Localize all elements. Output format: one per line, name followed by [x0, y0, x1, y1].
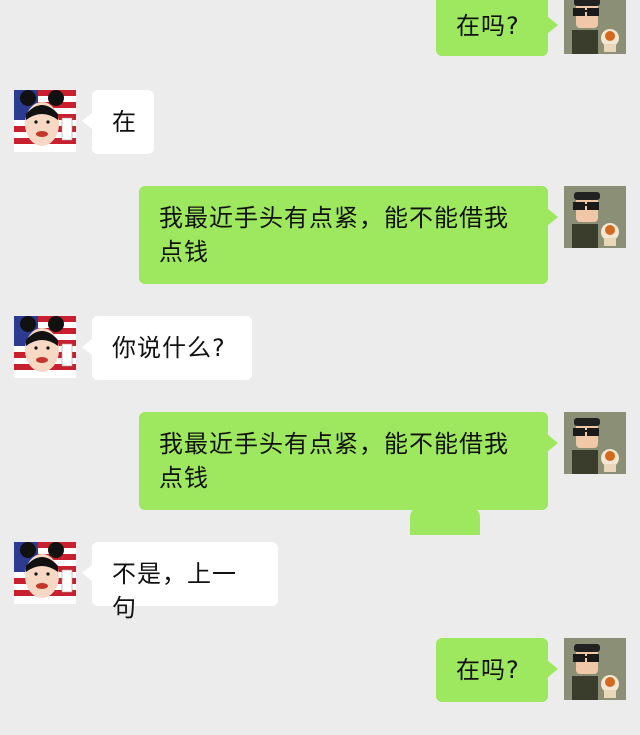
- girl-mouse-ears-flag-icon: [14, 542, 76, 604]
- avatar-contact[interactable]: [14, 542, 76, 604]
- message-bubble-contact[interactable]: 在: [82, 90, 154, 154]
- avatar-mine[interactable]: [564, 186, 626, 248]
- message-text: 我最近手头有点紧，能不能借我点钱: [159, 430, 509, 492]
- message-text: 在: [112, 108, 137, 136]
- message-bubble-mine[interactable]: 在吗?: [436, 638, 558, 702]
- message-text: 我最近手头有点紧，能不能借我点钱: [159, 204, 509, 266]
- message-text: 在吗?: [456, 12, 520, 40]
- avatar-contact[interactable]: [14, 316, 76, 378]
- cartoon-man-sunglasses-icon: [564, 412, 626, 474]
- message-text: 在吗?: [456, 656, 520, 684]
- message-bubble-mine[interactable]: 在吗?: [436, 0, 558, 56]
- message-text: 不是，上一句: [112, 560, 237, 622]
- message-bubble-mine[interactable]: 我最近手头有点紧，能不能借我点钱: [139, 412, 558, 510]
- cartoon-man-sunglasses-icon: [564, 638, 626, 700]
- avatar-mine[interactable]: [564, 0, 626, 54]
- avatar-mine[interactable]: [564, 638, 626, 700]
- avatar-mine[interactable]: [564, 412, 626, 474]
- girl-mouse-ears-flag-icon: [14, 90, 76, 152]
- avatar-contact[interactable]: [14, 90, 76, 152]
- cartoon-man-sunglasses-icon: [564, 186, 626, 248]
- message-text: 你说什么?: [112, 334, 226, 362]
- girl-mouse-ears-flag-icon: [14, 316, 76, 378]
- message-bubble-contact[interactable]: 你说什么?: [82, 316, 252, 380]
- message-bubble-contact[interactable]: 不是，上一句: [82, 542, 278, 622]
- cartoon-man-sunglasses-icon: [564, 0, 626, 54]
- message-bubble-mine[interactable]: 我最近手头有点紧，能不能借我点钱: [139, 186, 558, 284]
